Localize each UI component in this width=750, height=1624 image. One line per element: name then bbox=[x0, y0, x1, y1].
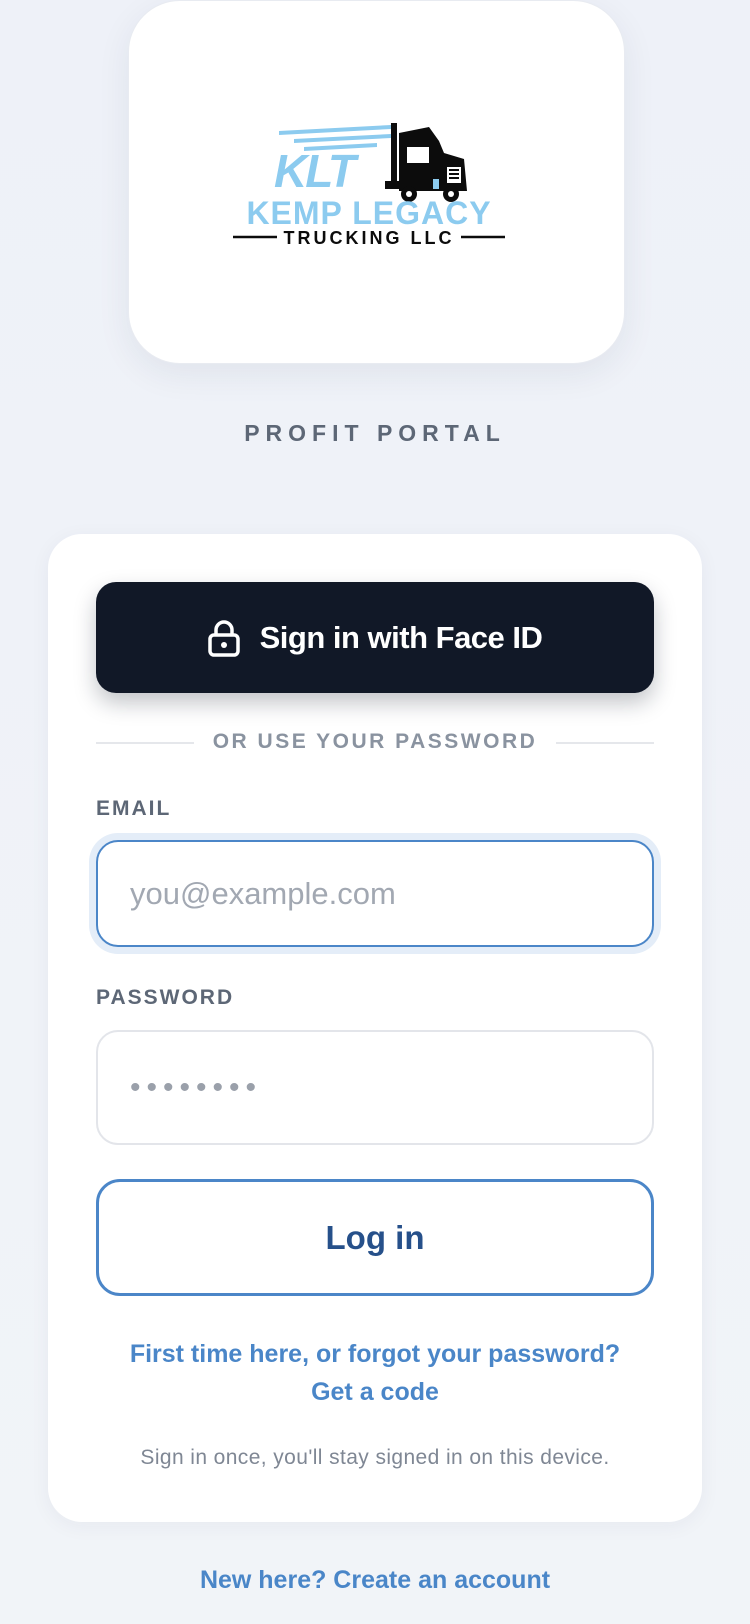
create-account-link[interactable]: New here? Create an account bbox=[0, 1566, 750, 1595]
password-label: PASSWORD bbox=[96, 986, 235, 1009]
face-id-button[interactable]: Sign in with Face ID bbox=[96, 582, 654, 693]
email-input[interactable] bbox=[96, 840, 654, 947]
get-code-link[interactable]: Get a code bbox=[0, 1373, 750, 1411]
portal-title: PROFIT PORTAL bbox=[244, 420, 506, 446]
reset-link-line1: First time here, or forgot your password… bbox=[129, 1340, 621, 1368]
truck-icon bbox=[385, 123, 467, 202]
password-input[interactable]: •••••••• bbox=[96, 1030, 654, 1145]
email-label: EMAIL bbox=[96, 797, 172, 820]
logo-card: KLT KEMP LEGACY TRUCKING LLC bbox=[128, 0, 625, 364]
reset-password-link[interactable]: First time here, or forgot your password… bbox=[0, 1335, 750, 1411]
face-id-label: Sign in with Face ID bbox=[259, 619, 543, 655]
company-logo: KLT KEMP LEGACY TRUCKING LLC bbox=[233, 123, 505, 248]
lock-icon bbox=[207, 619, 240, 657]
password-masked-value: •••••••• bbox=[130, 1070, 263, 1104]
divider-label: OR USE YOUR PASSWORD bbox=[212, 730, 538, 753]
logo-tagline: TRUCKING LLC bbox=[284, 228, 455, 248]
logo-name: KEMP LEGACY bbox=[246, 195, 491, 231]
helper-text: Sign in once, you'll stay signed in on t… bbox=[140, 1446, 610, 1469]
logo-monogram: KLT bbox=[274, 145, 360, 197]
login-button[interactable]: Log in bbox=[96, 1179, 654, 1296]
